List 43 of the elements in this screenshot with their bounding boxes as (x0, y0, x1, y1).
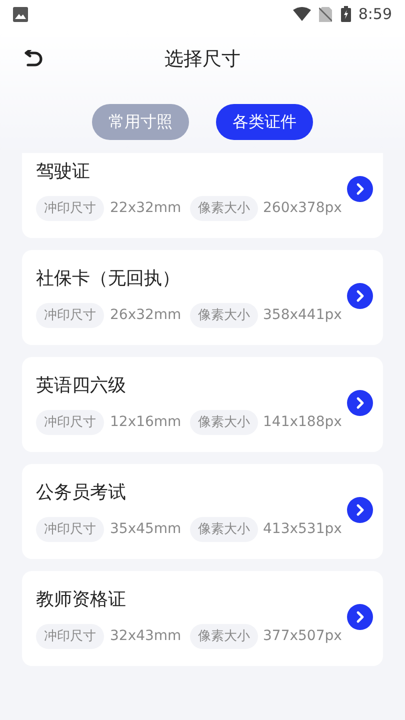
category-tab[interactable]: 各类证件 (216, 104, 313, 140)
size-card[interactable]: 驾驶证 冲印尺寸 22x32mm 像素大小 260x378px (22, 153, 383, 238)
chevron-right-icon[interactable] (347, 390, 373, 416)
print-size-value: 22x32mm (110, 199, 182, 218)
card-title: 英语四六级 (36, 374, 127, 398)
chevron-right-icon[interactable] (347, 176, 373, 202)
print-size-label: 冲印尺寸 (36, 517, 104, 542)
chevron-right-icon[interactable] (347, 282, 373, 308)
size-card[interactable]: 英语四六级 冲印尺寸 12x16mm 像素大小 141x188px (22, 357, 383, 452)
print-size-value: 35x45mm (110, 520, 182, 539)
pixel-size-value: 413x531px (263, 520, 342, 539)
print-size-label: 冲印尺寸 (36, 196, 104, 221)
pixel-size-label: 像素大小 (190, 624, 258, 649)
print-size-label: 冲印尺寸 (36, 410, 104, 435)
page-title: 选择尺寸 (164, 46, 240, 72)
print-size-value: 32x43mm (110, 627, 182, 646)
print-size-label: 冲印尺寸 (36, 624, 104, 649)
print-size-value: 12x16mm (110, 413, 182, 432)
chevron-right-icon[interactable] (347, 604, 373, 630)
undo-icon (23, 50, 43, 68)
card-title: 公务员考试 (36, 481, 127, 505)
card-title: 驾驶证 (36, 160, 91, 184)
chevron-right-icon[interactable] (347, 496, 373, 522)
size-card[interactable]: 教师资格证 冲印尺寸 32x43mm 像素大小 377x507px (22, 571, 383, 666)
battery-charging-icon (341, 6, 352, 22)
card-title: 教师资格证 (36, 588, 127, 612)
size-card[interactable]: 公务员考试 冲印尺寸 35x45mm 像素大小 413x531px (22, 464, 383, 559)
pixel-size-value: 260x378px (263, 199, 342, 218)
pixel-size-label: 像素大小 (190, 517, 258, 542)
pixel-size-label: 像素大小 (190, 410, 258, 435)
pixel-size-label: 像素大小 (190, 303, 258, 328)
image-notification-icon (13, 6, 28, 22)
pixel-size-label: 像素大小 (190, 196, 258, 221)
status-time: 8:59 (358, 4, 392, 25)
no-sim-icon (319, 6, 332, 22)
print-size-label: 冲印尺寸 (36, 303, 104, 328)
pixel-size-value: 358x441px (263, 306, 342, 325)
wifi-icon (293, 7, 312, 21)
pixel-size-value: 377x507px (263, 627, 342, 646)
card-title: 社保卡（无回执） (36, 267, 181, 291)
size-card[interactable]: 社保卡（无回执） 冲印尺寸 26x32mm 像素大小 358x441px (22, 250, 383, 345)
pixel-size-value: 141x188px (263, 413, 342, 432)
print-size-value: 26x32mm (110, 306, 182, 325)
